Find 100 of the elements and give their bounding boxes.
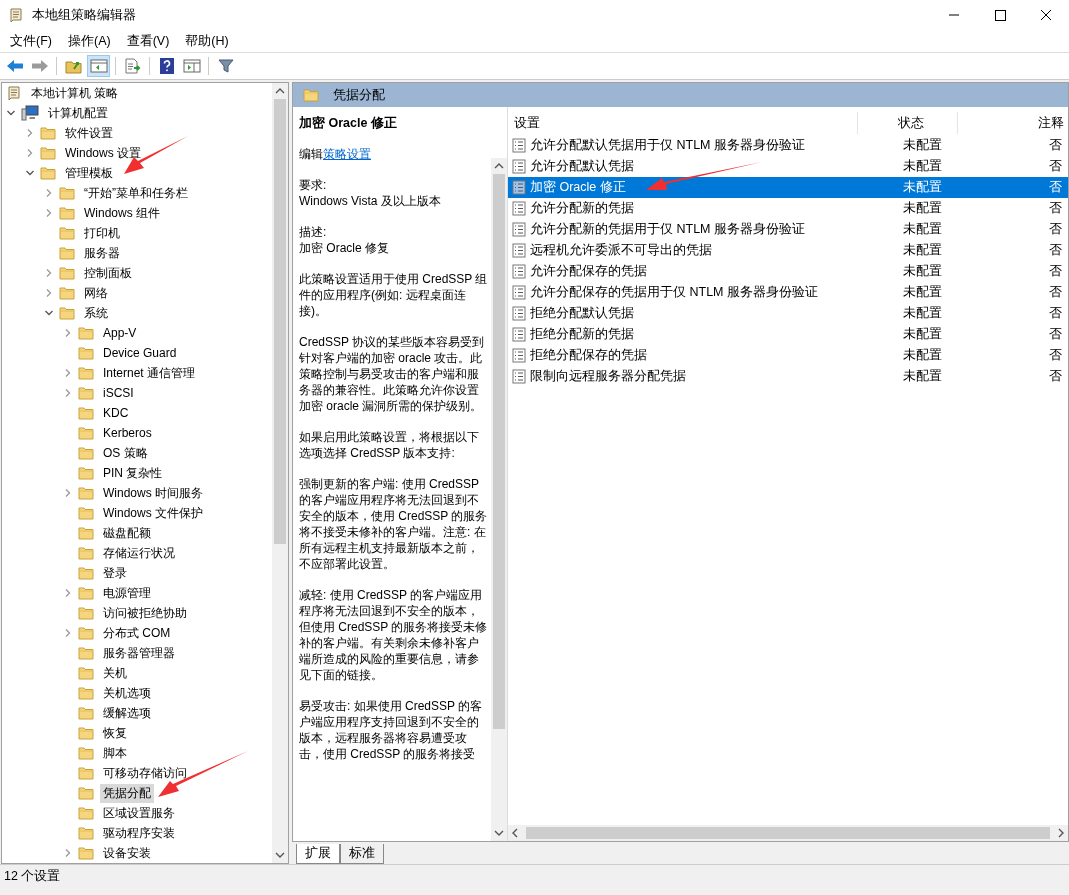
tree-item[interactable]: Windows 时间服务 xyxy=(100,483,206,503)
chevron-right-icon[interactable] xyxy=(63,368,73,378)
folder-icon xyxy=(78,366,94,380)
tree-item[interactable]: 电源管理 xyxy=(100,583,154,603)
tree-item[interactable]: PIN 复杂性 xyxy=(100,463,166,483)
tree-item[interactable]: 控制面板 xyxy=(81,263,135,283)
column-header[interactable]: 状态 xyxy=(858,112,958,134)
scroll-left-icon[interactable] xyxy=(511,828,519,838)
chevron-right-icon[interactable] xyxy=(44,268,54,278)
scroll-down-icon[interactable] xyxy=(275,851,285,859)
scroll-icon xyxy=(6,85,22,101)
chevron-right-icon[interactable] xyxy=(63,628,73,638)
scroll-down-icon[interactable] xyxy=(494,829,504,837)
menu-item[interactable]: 帮助(H) xyxy=(177,32,237,50)
table-row[interactable]: 加密 Oracle 修正 未配置 否 xyxy=(508,177,1068,198)
scroll-up-icon[interactable] xyxy=(275,87,285,95)
scrollbar-thumb[interactable] xyxy=(493,174,505,729)
chevron-right-icon[interactable] xyxy=(44,188,54,198)
tree-item[interactable]: 可移动存储访问 xyxy=(100,763,190,783)
tree-item[interactable]: 恢复 xyxy=(100,723,130,743)
chevron-down-icon[interactable] xyxy=(25,168,35,178)
tree-item[interactable]: OS 策略 xyxy=(100,443,151,463)
menu-item[interactable]: 文件(F) xyxy=(2,32,60,50)
tree-item[interactable]: 登录 xyxy=(100,563,130,583)
tree-item[interactable]: KDC xyxy=(100,405,132,421)
policy-settings-link[interactable]: 策略设置 xyxy=(323,147,371,161)
tree-item[interactable]: 访问被拒绝协助 xyxy=(100,603,190,623)
view-tab[interactable]: 扩展 xyxy=(296,844,340,864)
table-cell: 否 xyxy=(1049,284,1062,301)
tree-item[interactable]: 缓解选项 xyxy=(100,703,154,723)
tree-item[interactable]: App-V xyxy=(100,325,140,341)
tree-item[interactable]: 服务器管理器 xyxy=(100,643,178,663)
tree-item[interactable]: 磁盘配额 xyxy=(100,523,154,543)
tree-item[interactable]: Windows 组件 xyxy=(81,203,163,223)
table-row[interactable]: 允许分配保存的凭据用于仅 NTLM 服务器身份验证 未配置 否 xyxy=(508,282,1068,303)
column-header[interactable]: 设置 xyxy=(508,112,858,134)
tree-item[interactable]: 软件设置 xyxy=(62,123,116,143)
table-cell: 拒绝分配默认凭据 xyxy=(530,305,634,322)
table-row[interactable]: 拒绝分配新的凭据 未配置 否 xyxy=(508,324,1068,345)
column-header[interactable]: 注释 xyxy=(958,112,1068,134)
table-row[interactable]: 拒绝分配默认凭据 未配置 否 xyxy=(508,303,1068,324)
description-paragraph: 如果启用此策略设置，将根据以下选项选择 CredSSP 版本支持: xyxy=(299,429,480,461)
tree-item[interactable]: Device Guard xyxy=(100,345,180,361)
view-tab[interactable]: 标准 xyxy=(340,844,384,864)
scroll-up-icon[interactable] xyxy=(494,162,504,170)
tree-item[interactable]: 凭据分配 xyxy=(100,783,154,803)
tree-item[interactable]: Kerberos xyxy=(100,425,155,441)
chevron-right-icon[interactable] xyxy=(44,208,54,218)
tree-item[interactable]: 驱动程序安装 xyxy=(100,823,178,843)
chevron-right-icon[interactable] xyxy=(63,488,73,498)
chevron-right-icon[interactable] xyxy=(25,128,35,138)
chevron-down-icon[interactable] xyxy=(44,308,54,318)
tree-item[interactable]: 区域设置服务 xyxy=(100,803,178,823)
description-paragraph: 减轻: 使用 CredSSP 的客户端应用程序将无法回退到不安全的版本，但使用 CredSSP 的服务将接受未修补的客户端。有关剩余未修补客户端所造成的风险的重要信息，请参见下面的链接。 xyxy=(299,587,489,683)
table-row[interactable]: 允许分配新的凭据 未配置 否 xyxy=(508,198,1068,219)
tree-item[interactable]: 脚本 xyxy=(100,743,130,763)
tree-item[interactable]: 设备安装 xyxy=(100,843,154,863)
tree-item[interactable]: 本地计算机 策略 xyxy=(28,83,122,103)
scroll-right-icon[interactable] xyxy=(1057,828,1065,838)
table-row[interactable]: 远程机允许委派不可导出的凭据 未配置 否 xyxy=(508,240,1068,261)
table-row[interactable]: 拒绝分配保存的凭据 未配置 否 xyxy=(508,345,1068,366)
tree-item[interactable]: 管理模板 xyxy=(62,163,116,183)
tree-item[interactable]: Windows 文件保护 xyxy=(100,503,206,523)
folder-icon xyxy=(59,286,75,300)
table-row[interactable]: 允许分配保存的凭据 未配置 否 xyxy=(508,261,1068,282)
tree-item[interactable]: 存储运行状况 xyxy=(100,543,178,563)
chevron-right-icon[interactable] xyxy=(63,328,73,338)
tree-item[interactable]: Internet 通信管理 xyxy=(100,363,199,383)
tree-item[interactable]: 网络 xyxy=(81,283,111,303)
tree-item[interactable]: 计算机配置 xyxy=(45,103,111,123)
chevron-right-icon[interactable] xyxy=(25,148,35,158)
chevron-right-icon[interactable] xyxy=(63,588,73,598)
menu-item[interactable]: 查看(V) xyxy=(118,32,178,50)
setting-title: 加密 Oracle 修正 xyxy=(298,115,398,132)
table-cell: 否 xyxy=(1049,242,1062,259)
menu-item[interactable]: 操作(A) xyxy=(59,32,119,50)
chevron-right-icon[interactable] xyxy=(63,388,73,398)
table-row[interactable]: 允许分配新的凭据用于仅 NTLM 服务器身份验证 未配置 否 xyxy=(508,219,1068,240)
table-cell: 远程机允许委派不可导出的凭据 xyxy=(530,242,712,259)
tree-item[interactable]: 分布式 COM xyxy=(100,623,174,643)
tree-item[interactable]: 服务器 xyxy=(81,243,123,263)
table-row[interactable]: 允许分配默认凭据用于仅 NTLM 服务器身份验证 未配置 否 xyxy=(508,135,1068,156)
folder-icon xyxy=(78,586,94,600)
chevron-right-icon[interactable] xyxy=(44,288,54,298)
tree-item[interactable]: 关机 xyxy=(100,663,130,683)
scrollbar-thumb[interactable] xyxy=(274,99,286,544)
tree-item[interactable]: Windows 设置 xyxy=(62,143,144,163)
tree-item[interactable]: “开始”菜单和任务栏 xyxy=(81,183,191,203)
folder-icon xyxy=(78,846,94,860)
tree-item[interactable]: 系统 xyxy=(81,303,111,323)
chevron-right-icon[interactable] xyxy=(63,848,73,858)
policy-setting-icon xyxy=(512,138,526,153)
tree-item[interactable]: iSCSI xyxy=(100,385,137,401)
table-row[interactable]: 限制向远程服务器分配凭据 未配置 否 xyxy=(508,366,1068,387)
show-tree-button[interactable] xyxy=(87,55,110,77)
scrollbar-thumb[interactable] xyxy=(526,827,1050,839)
table-row[interactable]: 允许分配默认凭据 未配置 否 xyxy=(508,156,1068,177)
tree-item[interactable]: 关机选项 xyxy=(100,683,154,703)
tree-item[interactable]: 打印机 xyxy=(81,223,123,243)
chevron-down-icon[interactable] xyxy=(6,108,16,118)
